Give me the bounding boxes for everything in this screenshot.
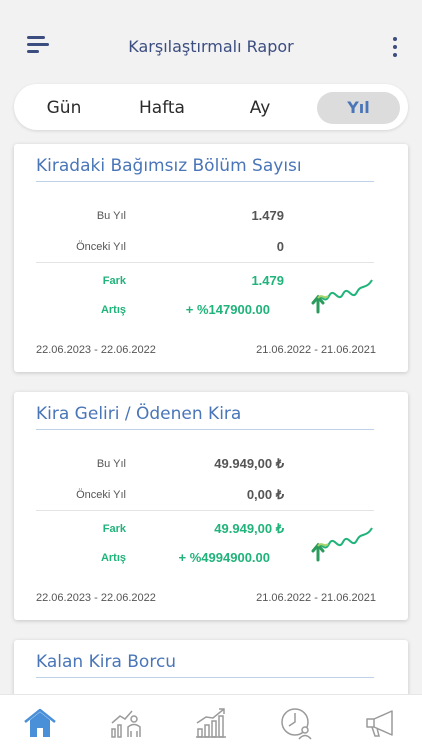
row-divider [36, 510, 374, 511]
tab-day[interactable]: Gün [32, 92, 96, 124]
previous-period-range: 21.06.2022 - 21.06.2021 [256, 592, 376, 604]
home-icon[interactable] [22, 705, 58, 741]
card-rent-income: Kira Geliri / Ödenen Kira Bu Yıl 49.949,… [14, 392, 408, 620]
increase-label: Artış [100, 552, 126, 564]
previous-year-value: 0 [276, 239, 284, 254]
period-tabs: Gün Hafta Ay Yıl [14, 84, 408, 130]
tenants-chart-icon[interactable] [108, 705, 144, 741]
report-screen: Karşılaştırmalı Rapor Gün Hafta Ay Yıl K… [0, 0, 422, 750]
tab-month[interactable]: Ay [232, 92, 288, 124]
previous-year-label: Önceki Yıl [76, 241, 126, 253]
increase-value: + %4994900.00 [178, 550, 270, 565]
bottom-navigation [0, 694, 422, 750]
previous-year-label: Önceki Yıl [76, 489, 126, 501]
increase-label: Artış [100, 304, 126, 316]
this-year-value: 49.949,00 ₺ [214, 456, 284, 471]
card-title: Kalan Kira Borcu [36, 652, 177, 672]
card-title: Kiradaki Bağımsız Bölüm Sayısı [36, 156, 302, 176]
tab-week[interactable]: Hafta [126, 92, 198, 124]
tab-year[interactable]: Yıl [317, 92, 400, 124]
title-divider [36, 181, 374, 182]
this-year-label: Bu Yıl [96, 458, 126, 470]
previous-period-range: 21.06.2022 - 21.06.2021 [256, 344, 376, 356]
growth-chart-icon[interactable] [193, 705, 229, 741]
row-divider [36, 262, 374, 263]
app-header: Karşılaştırmalı Rapor [0, 0, 422, 75]
current-period-range: 22.06.2023 - 22.06.2022 [36, 344, 156, 356]
difference-label: Fark [102, 275, 126, 287]
clock-user-icon[interactable] [278, 705, 314, 741]
title-divider [36, 429, 374, 430]
this-year-value: 1.479 [251, 208, 284, 223]
trend-up-icon [311, 279, 373, 314]
difference-value: 1.479 [251, 273, 284, 288]
card-title: Kira Geliri / Ödenen Kira [36, 404, 242, 424]
trend-up-icon [311, 527, 373, 562]
previous-year-value: 0,00 ₺ [246, 487, 284, 502]
this-year-label: Bu Yıl [96, 210, 126, 222]
megaphone-icon[interactable] [362, 705, 398, 741]
title-divider [36, 677, 374, 678]
increase-value: + %147900.00 [185, 302, 270, 317]
difference-value: 49.949,00 ₺ [214, 521, 284, 536]
difference-label: Fark [102, 523, 126, 535]
page-title: Karşılaştırmalı Rapor [128, 37, 294, 56]
current-period-range: 22.06.2023 - 22.06.2022 [36, 592, 156, 604]
more-options-icon[interactable] [392, 37, 398, 57]
card-rented-units: Kiradaki Bağımsız Bölüm Sayısı Bu Yıl 1.… [14, 144, 408, 372]
